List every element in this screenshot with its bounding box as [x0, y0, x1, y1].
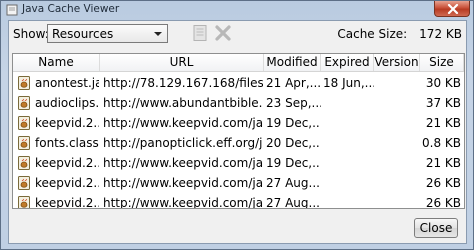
- cell-modified: 23 Sep,...: [266, 96, 321, 110]
- cell-modified: 19 Dec,...: [266, 116, 321, 130]
- table-row[interactable]: anontest.jar http://78.129.167.168/files/…: [13, 73, 464, 93]
- cell-expired: [323, 153, 374, 173]
- show-label: Show:: [13, 27, 49, 41]
- cell-name: fonts.class: [35, 136, 99, 150]
- cell-url: http://www.keepvid.com/java/kee...: [103, 196, 263, 209]
- jar-file-icon: [18, 156, 30, 170]
- java-app-icon: [6, 4, 18, 16]
- resources-table: Name URL Modified Expired Version Size a…: [12, 53, 465, 209]
- title-bar[interactable]: Java Cache Viewer: [1, 1, 474, 20]
- delete-icon[interactable]: [214, 24, 232, 42]
- jar-file-icon: [18, 136, 30, 150]
- cell-version: [376, 93, 420, 113]
- table-row[interactable]: keepvid.2... http://www.keepvid.com/java/…: [13, 153, 464, 173]
- column-header-name[interactable]: Name: [13, 54, 100, 71]
- window-title: Java Cache Viewer: [22, 3, 120, 15]
- window-close-button[interactable]: [434, 1, 470, 17]
- jar-file-icon: [18, 196, 30, 208]
- cell-version: [376, 113, 420, 133]
- jar-file-icon: [18, 96, 30, 110]
- table-row[interactable]: fonts.class http://panopticlick.eff.org/j…: [13, 133, 464, 153]
- jar-file-icon: [18, 116, 30, 130]
- show-dropdown-value: Resources: [52, 27, 114, 41]
- cache-size: Cache Size: 172 KB: [337, 27, 462, 41]
- cache-size-label: Cache Size:: [337, 27, 408, 41]
- table-row[interactable]: audioclips... http://www.abundantbible...…: [13, 93, 464, 113]
- cell-modified: 20 Dec,...: [266, 136, 321, 150]
- cell-size: 21 KB: [425, 116, 461, 130]
- cell-size: 21 KB: [425, 156, 461, 170]
- cell-modified: 19 Dec,...: [266, 156, 321, 170]
- cell-size: 37 KB: [425, 96, 461, 110]
- cell-expired: [323, 133, 374, 153]
- jar-file-icon: [18, 76, 30, 90]
- document-icon[interactable]: [191, 24, 209, 42]
- cell-expired: 18 Jun,...: [323, 76, 374, 90]
- chevron-down-icon: [154, 32, 162, 36]
- column-header-modified[interactable]: Modified: [264, 54, 321, 71]
- cell-size: 30 KB: [425, 76, 461, 90]
- cell-expired: [323, 93, 374, 113]
- cell-version: [376, 193, 420, 208]
- cell-expired: [323, 173, 374, 193]
- column-header-expired[interactable]: Expired: [321, 54, 374, 71]
- cell-version: [376, 73, 420, 93]
- table-row[interactable]: keepvid.2... http://www.keepvid.com/java/…: [13, 173, 464, 193]
- cell-name: keepvid.2...: [35, 116, 99, 130]
- cell-name: audioclips...: [35, 96, 99, 110]
- cell-size: 26 KB: [425, 176, 461, 190]
- cell-url: http://www.keepvid.com/java/kee...: [103, 176, 263, 190]
- cell-size: 0.8 KB: [422, 136, 461, 150]
- cell-url: http://www.keepvid.com/java/kee...: [103, 156, 263, 170]
- cell-expired: [323, 113, 374, 133]
- cell-name: keepvid.2...: [35, 196, 99, 209]
- close-icon: [447, 4, 459, 14]
- cell-name: keepvid.2...: [35, 156, 99, 170]
- cell-url: http://www.abundantbible...: [103, 96, 263, 110]
- cell-modified: 27 Aug...: [266, 196, 320, 209]
- close-button[interactable]: Close: [414, 218, 458, 238]
- show-dropdown[interactable]: Resources: [47, 24, 168, 43]
- jar-file-icon: [18, 176, 30, 190]
- cell-version: [376, 173, 420, 193]
- cell-name: keepvid.2...: [35, 176, 99, 190]
- java-cache-viewer-window: Java Cache Viewer Show: Resources Cache …: [0, 0, 474, 250]
- cell-url: http://78.129.167.168/files/...: [103, 76, 263, 90]
- column-header-size[interactable]: Size: [420, 54, 464, 71]
- cell-url: http://panopticlick.eff.org/ja...: [103, 136, 263, 150]
- column-header-url[interactable]: URL: [100, 54, 264, 71]
- cell-name: anontest.jar: [35, 76, 99, 90]
- table-header: Name URL Modified Expired Version Size: [13, 54, 464, 72]
- cell-size: 26 KB: [425, 196, 461, 209]
- cell-modified: 21 Apr,...: [266, 76, 321, 90]
- client-area: Show: Resources Cache Size: 172 KB Name U…: [8, 20, 467, 244]
- table-row[interactable]: keepvid.2... http://www.keepvid.com/java/…: [13, 193, 464, 209]
- table-row[interactable]: keepvid.2... http://www.keepvid.com/java/…: [13, 113, 464, 133]
- cell-expired: [323, 193, 374, 208]
- cell-version: [376, 133, 420, 153]
- cache-size-value: 172 KB: [419, 27, 462, 41]
- cell-modified: 27 Aug...: [266, 176, 320, 190]
- cell-url: http://www.keepvid.com/java/...: [103, 116, 263, 130]
- column-header-version[interactable]: Version: [374, 54, 420, 71]
- cell-version: [376, 153, 420, 173]
